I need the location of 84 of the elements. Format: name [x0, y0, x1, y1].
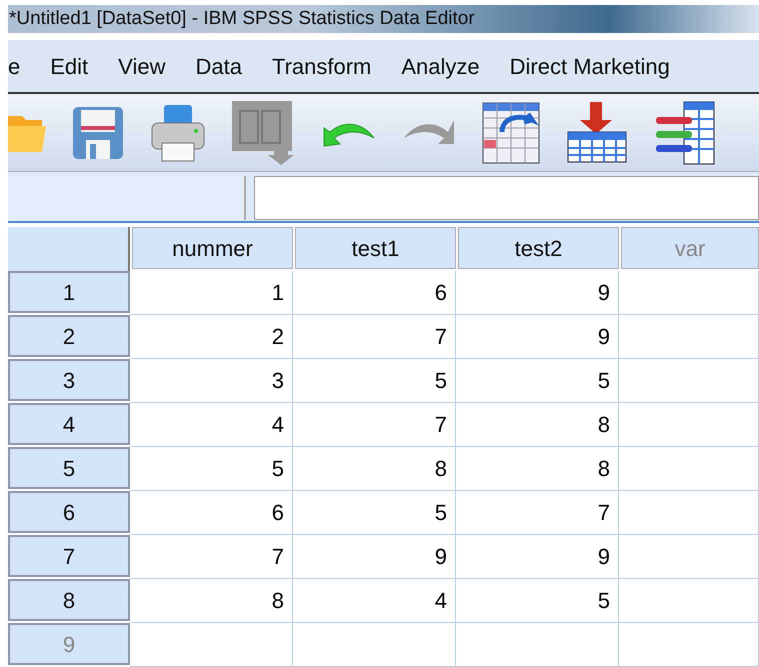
- table-down-arrow-icon[interactable]: [566, 102, 628, 164]
- cell-value: 4: [434, 587, 447, 615]
- cell-value: 5: [434, 367, 447, 395]
- row-header[interactable]: 5: [8, 447, 130, 489]
- table-cell[interactable]: [456, 623, 619, 667]
- cell-value: 8: [272, 587, 284, 615]
- table-cell[interactable]: 9: [456, 535, 619, 579]
- cell-value: 6: [434, 279, 447, 307]
- row-header[interactable]: 8: [8, 579, 130, 621]
- cell-value: 9: [598, 323, 610, 351]
- table-cell[interactable]: 5: [293, 491, 456, 535]
- table-cell[interactable]: 2: [130, 315, 293, 359]
- row-header[interactable]: 2: [8, 315, 130, 357]
- table-cell[interactable]: [619, 491, 759, 535]
- cell-value: 3: [272, 367, 284, 395]
- table-cell[interactable]: [619, 623, 759, 667]
- table-cell[interactable]: 4: [293, 579, 456, 623]
- cell-value: 7: [434, 411, 447, 439]
- table-cell[interactable]: [619, 403, 759, 447]
- table-cell[interactable]: [619, 447, 759, 491]
- variables-table-icon[interactable]: [654, 100, 716, 165]
- cell-value: 2: [272, 323, 284, 351]
- cell-value: 5: [598, 587, 610, 615]
- menu-item[interactable]: View: [118, 50, 166, 83]
- column-header[interactable]: test1: [295, 227, 456, 269]
- table-cell[interactable]: 5: [456, 579, 619, 623]
- table-cell[interactable]: 7: [293, 315, 456, 359]
- cell-value-field[interactable]: [254, 176, 759, 220]
- table-cell[interactable]: [619, 579, 759, 623]
- menu-item[interactable]: Data: [195, 50, 242, 83]
- table-cell[interactable]: 9: [456, 271, 619, 315]
- menu-item[interactable]: Direct Marketing: [510, 50, 670, 83]
- cell-value: 9: [434, 543, 447, 571]
- table-cell[interactable]: 7: [456, 491, 619, 535]
- cell-value: 9: [598, 543, 610, 571]
- menu-item[interactable]: Edit: [50, 50, 88, 83]
- column-header[interactable]: test2: [458, 227, 619, 269]
- row-header[interactable]: 6: [8, 491, 130, 533]
- row-header[interactable]: 1: [8, 271, 130, 313]
- table-cell[interactable]: [619, 315, 759, 359]
- table-cell[interactable]: 6: [293, 271, 456, 315]
- table-cell[interactable]: 8: [130, 579, 293, 623]
- table-cell[interactable]: 9: [456, 315, 619, 359]
- table-cell[interactable]: 6: [130, 491, 293, 535]
- table-cell[interactable]: 5: [456, 359, 619, 403]
- cell-value: 5: [272, 455, 284, 483]
- table-cell[interactable]: [293, 623, 456, 667]
- cell-value: 8: [434, 455, 447, 483]
- table-cell[interactable]: 8: [456, 403, 619, 447]
- table-cell[interactable]: [619, 359, 759, 403]
- row-header[interactable]: 7: [8, 535, 130, 577]
- table-cell[interactable]: [130, 623, 293, 667]
- menu-item[interactable]: Transform: [272, 50, 372, 83]
- table-cell[interactable]: 4: [130, 403, 293, 447]
- cell-value: 4: [272, 411, 284, 439]
- cell-value: 8: [598, 411, 610, 439]
- table-cell[interactable]: 8: [293, 447, 456, 491]
- table-cell[interactable]: [619, 271, 759, 315]
- menu-item[interactable]: Analyze: [401, 50, 480, 83]
- cell-value: 1: [272, 279, 284, 307]
- table-cell[interactable]: [619, 535, 759, 579]
- cell-value: 9: [598, 279, 610, 307]
- cell-value: 6: [272, 499, 284, 527]
- table-cell[interactable]: 7: [293, 403, 456, 447]
- table-cell[interactable]: 8: [456, 447, 619, 491]
- cell-value: 5: [434, 499, 447, 527]
- table-cell[interactable]: 5: [130, 447, 293, 491]
- cell-value: 8: [598, 455, 610, 483]
- row-header[interactable]: 4: [8, 403, 130, 445]
- table-cell[interactable]: 3: [130, 359, 293, 403]
- cell-name-field[interactable]: [8, 176, 246, 220]
- cell-value: 7: [598, 499, 610, 527]
- table-cell[interactable]: 9: [293, 535, 456, 579]
- column-header[interactable]: nummer: [132, 227, 293, 269]
- cell-value: 7: [434, 323, 447, 351]
- menu-item[interactable]: e: [8, 50, 20, 83]
- printer-icon[interactable]: [150, 102, 206, 163]
- table-cell[interactable]: 1: [130, 271, 293, 315]
- table-cell[interactable]: 5: [293, 359, 456, 403]
- row-header[interactable]: 3: [8, 359, 130, 401]
- cell-value: 5: [598, 367, 610, 395]
- window-title: *Untitled1 [DataSet0] - IBM SPSS Statistics Data Editor: [9, 6, 475, 31]
- table-cell[interactable]: 7: [130, 535, 293, 579]
- cell-value: 7: [272, 543, 284, 571]
